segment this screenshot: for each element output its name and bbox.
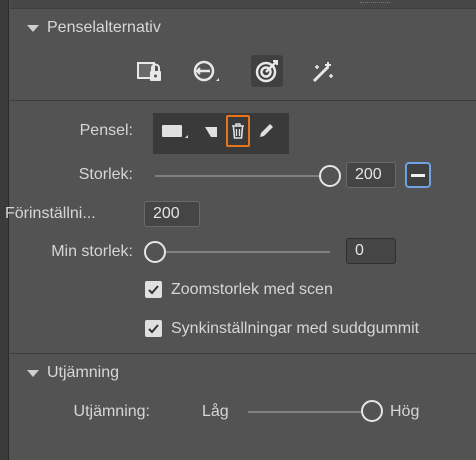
magic-wand-icon[interactable] (307, 57, 337, 87)
layer-lock-icon[interactable] (134, 57, 164, 87)
brush-label: Pensel: (79, 122, 133, 139)
collapse-triangle-icon[interactable] (27, 369, 39, 377)
properties-panel (10, 0, 476, 460)
section-header-brush-options[interactable]: Penselalternativ (10, 14, 476, 42)
top-strip (10, 0, 476, 9)
target-icon[interactable] (251, 55, 283, 87)
divider (10, 353, 476, 354)
section-title: Utjämning (47, 364, 120, 381)
min-size-label: Min storlek: (51, 243, 133, 260)
left-gutter (0, 0, 9, 460)
brush-corner-icon[interactable] (197, 113, 225, 149)
size-slider-track[interactable] (155, 175, 330, 177)
smoothing-low-label: Låg (202, 403, 229, 420)
section-title: Penselalternativ (47, 19, 161, 36)
smoothing-label: Utjämning: (73, 403, 150, 420)
brush-shape-icon[interactable] (157, 113, 191, 149)
preset-input[interactable]: 200 (144, 201, 200, 227)
minus-icon (411, 173, 425, 177)
min-size-slider-knob[interactable] (144, 241, 166, 263)
preset-label: Förinställni... (5, 205, 96, 222)
zoom-size-label: Zoomstorlek med scen (171, 281, 333, 298)
trash-icon[interactable] (226, 115, 250, 147)
zoom-size-checkbox[interactable] (145, 281, 162, 298)
brush-strip (153, 113, 289, 154)
transform-icon[interactable] (190, 57, 220, 87)
size-label: Storlek: (78, 166, 133, 183)
divider (10, 100, 476, 101)
size-input[interactable]: 200 (346, 162, 396, 188)
pencil-icon[interactable] (253, 113, 279, 149)
scroll-grip (360, 2, 390, 4)
collapse-triangle-icon[interactable] (27, 24, 39, 32)
size-slider-knob[interactable] (319, 165, 341, 187)
sync-eraser-label: Synkinställningar med suddgummit (171, 320, 420, 337)
min-size-slider-track[interactable] (155, 251, 330, 253)
smoothing-high-label: Hög (390, 403, 420, 420)
smoothing-slider-knob[interactable] (361, 400, 383, 422)
sync-eraser-checkbox[interactable] (145, 320, 162, 337)
min-size-input[interactable]: 0 (346, 238, 396, 264)
section-header-smoothing[interactable]: Utjämning (10, 359, 476, 387)
smoothing-slider-track[interactable] (248, 411, 372, 413)
decrease-size-button[interactable] (405, 162, 431, 188)
